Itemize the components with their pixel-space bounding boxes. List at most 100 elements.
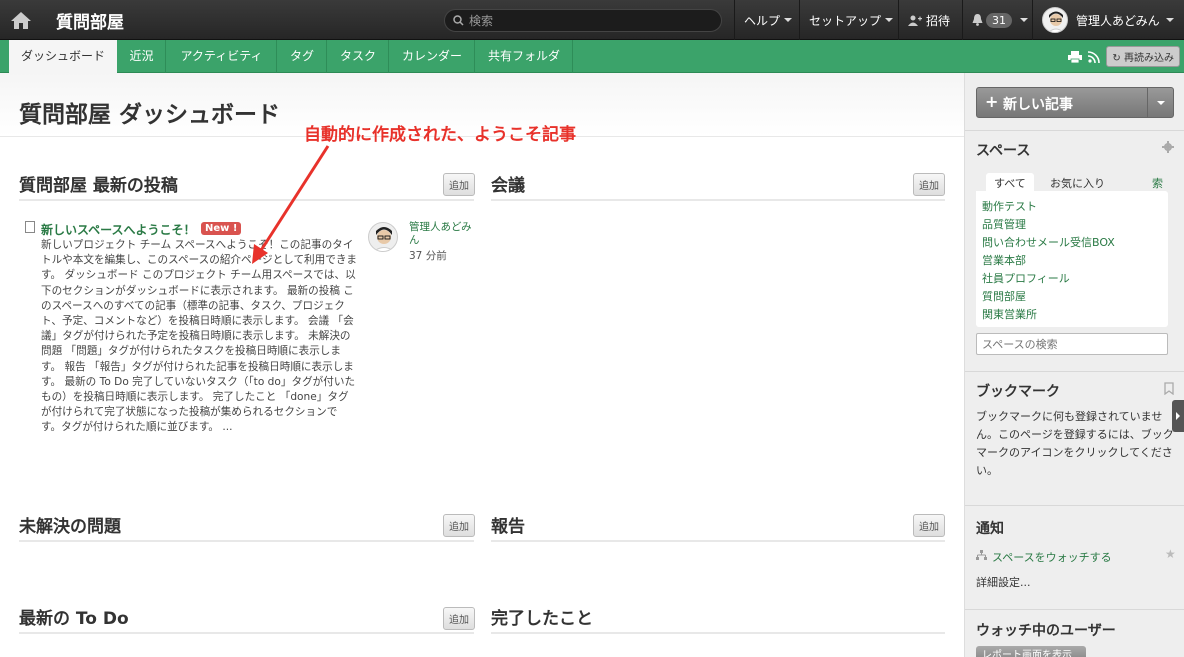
section-heading: 報告 [491,517,525,537]
tab-favorite-spaces[interactable]: お気に入り [1042,173,1113,193]
document-icon [25,221,35,233]
section-reports-title: 報告 [491,512,525,537]
divider [965,609,1184,610]
page-title: 質問部屋 ダッシュボード [19,102,281,128]
notification-count: 31 [986,12,1012,28]
tab-tags[interactable]: タグ [278,40,327,73]
tab-tasks[interactable]: タスク [328,40,389,73]
detail-settings-link[interactable]: 詳細設定... [976,574,1031,590]
reload-icon: ↻ [1112,53,1121,64]
global-search[interactable] [444,9,722,32]
new-post-dropdown[interactable] [1147,88,1173,117]
section-heading: 質問部屋 最新の投稿 [19,176,178,196]
notifications-menu[interactable]: 31 [962,0,1037,40]
space-link[interactable]: 質問部屋 [982,288,1026,304]
tab-calendar[interactable]: カレンダー [390,40,475,73]
help-label: ヘルプ [744,13,781,28]
spaces-heading: スペース [976,143,1031,159]
chevron-down-icon [1156,100,1165,105]
section-heading: 最新の To Do [19,609,129,629]
home-button[interactable] [0,0,42,40]
notify-heading: 通知 [976,521,1004,537]
user-name: 管理人あどみん [1076,13,1160,28]
new-post-label: 新しい記事 [1003,97,1073,113]
divider [19,540,474,542]
section-latest-posts-title: 質問部屋 最新の投稿 [19,171,178,196]
add-user-icon [908,15,922,26]
space-link[interactable]: 社員プロフィール [982,270,1070,286]
app-title[interactable]: 質問部屋 [56,8,124,33]
top-bar: 質問部屋 ヘルプ セットアップ 招待 31 管理人あどみん [0,0,1184,40]
section-heading: 完了したこと [491,609,593,629]
bell-icon [972,14,983,26]
section-meetings-title: 会議 [491,171,525,196]
divider [965,130,1184,131]
add-button[interactable]: 追加 [913,514,945,537]
star-icon[interactable]: ★ [1165,547,1176,561]
section-open-issues-title: 未解決の問題 [19,512,121,537]
new-badge: New ! [201,222,242,235]
add-button[interactable]: 追加 [913,173,945,196]
new-post-button[interactable]: + 新しい記事 [976,87,1174,118]
section-done-title: 完了したこと [491,604,593,629]
tab-all-spaces[interactable]: すべて [986,173,1034,193]
chevron-right-icon [1176,412,1180,420]
tab-shared-folder[interactable]: 共有フォルダ [476,40,573,73]
space-search-input[interactable] [976,333,1168,355]
post-author-link[interactable]: 管理人あどみん [409,221,473,247]
chevron-down-icon [885,18,894,22]
plus-icon: + [985,92,999,111]
tab-recent[interactable]: 近況 [118,40,166,73]
setup-menu[interactable]: セットアップ [799,0,902,40]
sitemap-icon [976,550,987,560]
divider [965,371,1184,372]
chevron-down-icon [1020,18,1028,22]
setup-label: セットアップ [809,13,882,28]
avatar [1042,7,1068,33]
add-button[interactable]: 追加 [443,173,475,196]
bookmark-icon[interactable] [1164,382,1174,395]
section-latest-todo-title: 最新の To Do [19,604,129,629]
divider [965,505,1184,506]
space-link[interactable]: 問い合わせメール受信BOX [982,234,1115,250]
help-menu[interactable]: ヘルプ [734,0,801,40]
watch-space-link[interactable]: スペースをウォッチする [992,549,1112,565]
space-nav: ダッシュボード 近況 アクティビティ タグ タスク カレンダー 共有フォルダ ↻… [0,40,1184,74]
report-view-button[interactable]: レポート画面を表示 [976,646,1086,657]
post-title-link[interactable]: 新しいスペースへようこそ！ [41,221,196,238]
reload-button[interactable]: ↻ 再読み込み [1106,46,1180,67]
sidebar-toggle[interactable] [1172,400,1184,432]
space-list: 動作テスト 品質管理 問い合わせメール受信BOX 営業本部 社員プロフィール 質… [976,191,1168,327]
tab-activity[interactable]: アクティビティ [167,40,277,73]
space-link[interactable]: 関東営業所 [982,306,1037,322]
home-icon [11,12,31,29]
annotation-callout: 自動的に作成された、ようこそ記事 [304,125,576,145]
add-button[interactable]: 追加 [443,514,475,537]
annotation-arrow-icon [252,145,330,264]
gear-icon[interactable] [1162,141,1174,153]
author-avatar[interactable] [368,222,398,252]
divider [491,199,945,201]
chevron-down-icon [784,18,793,22]
post-time: 37 分前 [409,250,447,262]
space-link[interactable]: 動作テスト [982,198,1037,214]
tab-dashboard[interactable]: ダッシュボード [9,40,117,74]
add-button[interactable]: 追加 [443,607,475,630]
divider [491,540,945,542]
bookmarks-heading: ブックマーク [976,384,1060,400]
print-icon[interactable] [1068,50,1083,63]
space-link[interactable]: 営業本部 [982,252,1026,268]
user-menu[interactable]: 管理人あどみん [1032,0,1184,40]
sidebar: + 新しい記事 スペース すべて お気に入り 索引 動作テスト 品質管理 問い合… [964,73,1184,657]
space-filter-tabs: すべて お気に入り 索引 [976,173,1174,206]
invite-button[interactable]: 招待 [898,0,959,40]
search-icon [453,15,464,26]
tab-tools: ↻ 再読み込み [1068,40,1184,73]
search-input[interactable] [469,13,709,28]
bookmarks-empty-text: ブックマークに何も登録されていません。このページを登録するには、ブックマークのア… [976,410,1174,477]
divider [19,632,474,634]
space-link[interactable]: 品質管理 [982,216,1026,232]
reload-label: 再読み込み [1124,53,1174,64]
section-heading: 未解決の問題 [19,517,121,537]
rss-icon[interactable] [1088,50,1101,63]
